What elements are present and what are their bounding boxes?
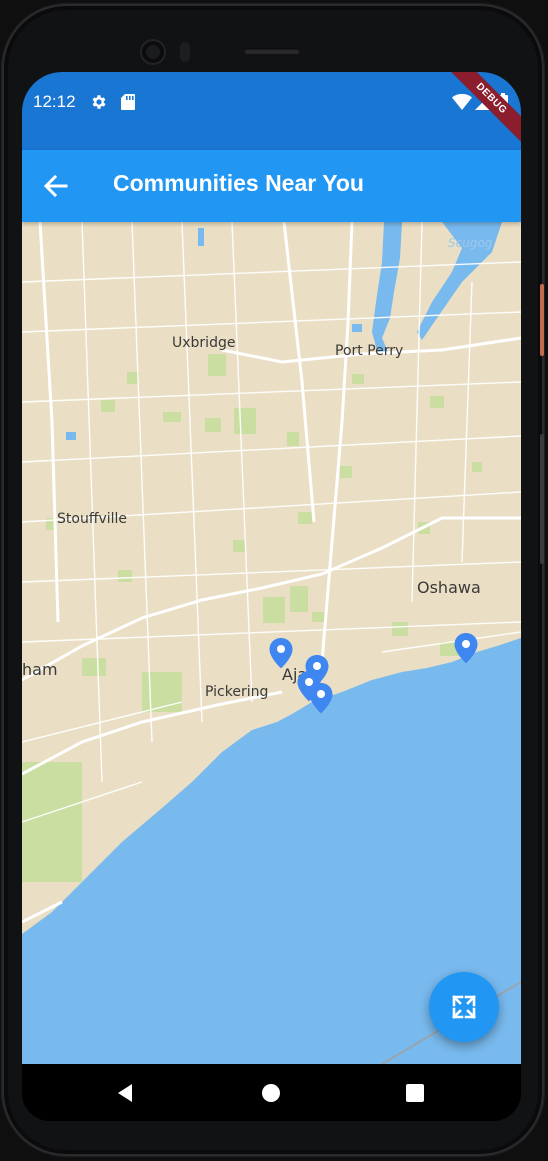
fullscreen-icon xyxy=(452,995,476,1019)
status-time: 12:12 xyxy=(33,92,76,111)
map-label-markham: ham xyxy=(22,660,58,679)
map-label-uxbridge: Uxbridge xyxy=(172,335,236,351)
front-camera xyxy=(142,41,164,63)
settings-icon xyxy=(92,95,106,109)
app-bar: Communities Near You xyxy=(22,150,521,222)
status-bar: 12:12 DEBUG xyxy=(22,72,521,150)
arrow-back-icon[interactable] xyxy=(40,172,72,200)
screen: 12:12 DEBUG Communities Near You Scugog … xyxy=(22,72,521,1121)
lake-scugog xyxy=(372,222,402,354)
map-label-scugog: Scugog xyxy=(448,236,493,250)
proximity-sensor xyxy=(180,42,190,62)
map-view[interactable]: Scugog Uxbridge Port Perry Stouffville O… xyxy=(22,222,521,1064)
recents-square-icon[interactable] xyxy=(400,1078,430,1108)
system-nav-bar xyxy=(22,1064,521,1121)
fullscreen-button[interactable] xyxy=(429,972,499,1042)
power-button xyxy=(540,284,544,356)
volume-button xyxy=(540,434,544,564)
community-marker[interactable] xyxy=(308,682,334,714)
sd-card-icon xyxy=(121,94,135,110)
earpiece-speaker xyxy=(244,48,300,54)
community-marker[interactable] xyxy=(268,637,294,669)
map-label-port-perry: Port Perry xyxy=(335,343,404,359)
home-circle-icon[interactable] xyxy=(256,1078,286,1108)
page-title: Communities Near You xyxy=(113,170,364,196)
community-marker[interactable] xyxy=(453,632,479,664)
wifi-icon xyxy=(452,93,472,110)
map-label-oshawa: Oshawa xyxy=(417,578,481,597)
map-label-stouffville: Stouffville xyxy=(57,511,128,527)
back-triangle-icon[interactable] xyxy=(110,1078,140,1108)
map-label-pickering: Pickering xyxy=(205,684,269,700)
